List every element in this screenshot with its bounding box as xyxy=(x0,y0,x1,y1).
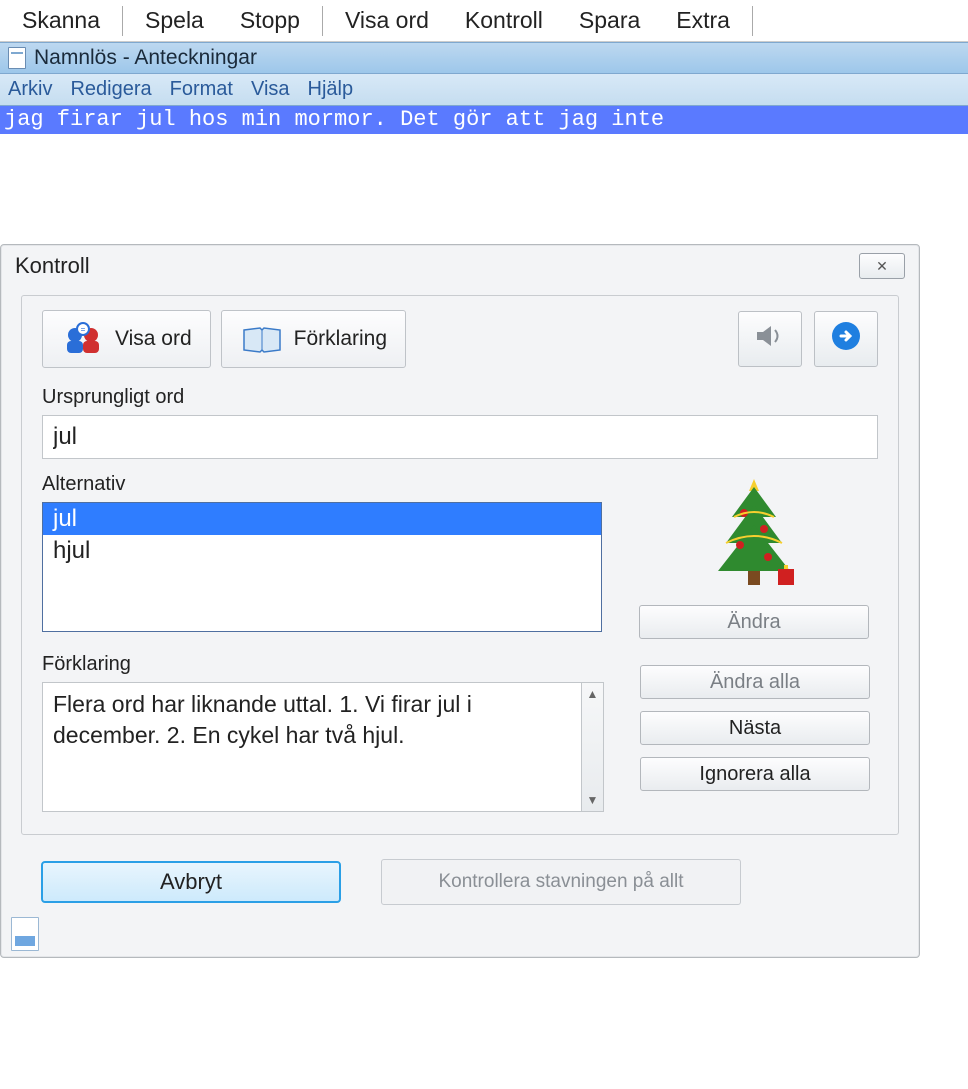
people-icon: = xyxy=(61,321,105,357)
kontroll-dialog: Kontroll ✕ = Visa ord xyxy=(0,244,920,958)
alternatives-label: Alternativ xyxy=(42,473,602,496)
editor-selected-text[interactable]: jag firar jul hos min mormor. Det gör at… xyxy=(0,106,968,134)
dialog-title: Kontroll xyxy=(15,253,90,279)
window-title: Namnlös - Anteckningar xyxy=(34,46,257,70)
scroll-down-icon[interactable]: ▼ xyxy=(587,793,599,807)
document-icon xyxy=(8,47,26,69)
toolbar-stopp[interactable]: Stopp xyxy=(222,3,318,38)
menu-redigera[interactable]: Redigera xyxy=(70,78,151,101)
scroll-up-icon[interactable]: ▲ xyxy=(587,687,599,701)
explanation-text[interactable]: Flera ord har liknande uttal. 1. Vi fira… xyxy=(42,682,582,812)
window-titlebar: Namnlös - Anteckningar xyxy=(0,42,968,74)
app-toolbar: Skanna Spela Stopp Visa ord Kontroll Spa… xyxy=(0,0,968,42)
menu-hjalp[interactable]: Hjälp xyxy=(308,78,354,101)
tab-visa-ord-label: Visa ord xyxy=(115,327,192,351)
document-icon xyxy=(11,917,39,951)
speaker-icon xyxy=(753,321,787,357)
dialog-close-button[interactable]: ✕ xyxy=(859,253,905,279)
explanation-label: Förklaring xyxy=(42,653,604,676)
toolbar-separator xyxy=(322,6,323,36)
toolbar-visa-ord[interactable]: Visa ord xyxy=(327,3,447,38)
alternative-item[interactable]: hjul xyxy=(43,535,601,567)
next-arrow-button[interactable] xyxy=(814,311,878,367)
toolbar-spela[interactable]: Spela xyxy=(127,3,222,38)
change-all-button[interactable]: Ändra alla xyxy=(640,665,870,699)
alternative-item[interactable]: jul xyxy=(43,503,601,535)
ignore-all-button[interactable]: Ignorera alla xyxy=(640,757,870,791)
spellcheck-all-button[interactable]: Kontrollera stavningen på allt xyxy=(381,859,741,905)
menu-arkiv[interactable]: Arkiv xyxy=(8,78,52,101)
close-icon: ✕ xyxy=(876,258,888,275)
speak-button[interactable] xyxy=(738,311,802,367)
menu-format[interactable]: Format xyxy=(170,78,233,101)
change-button[interactable]: Ändra xyxy=(639,605,869,639)
tab-forklaring[interactable]: Förklaring xyxy=(221,310,406,368)
arrow-right-icon xyxy=(830,320,862,358)
toolbar-extra[interactable]: Extra xyxy=(658,3,748,38)
toolbar-separator xyxy=(752,6,753,36)
next-button[interactable]: Nästa xyxy=(640,711,870,745)
cancel-button[interactable]: Avbryt xyxy=(41,861,341,903)
tab-forklaring-label: Förklaring xyxy=(294,327,387,351)
toolbar-skanna[interactable]: Skanna xyxy=(4,3,118,38)
book-icon xyxy=(240,322,284,356)
toolbar-kontroll[interactable]: Kontroll xyxy=(447,3,561,38)
toolbar-spara[interactable]: Spara xyxy=(561,3,658,38)
explanation-scrollbar[interactable]: ▲ ▼ xyxy=(582,682,604,812)
menubar: Arkiv Redigera Format Visa Hjälp xyxy=(0,74,968,106)
original-word-field[interactable] xyxy=(42,415,878,459)
toolbar-separator xyxy=(122,6,123,36)
alternatives-list[interactable]: jul hjul xyxy=(42,502,602,632)
original-word-label: Ursprungligt ord xyxy=(42,386,878,409)
editor-blank-area xyxy=(0,134,968,244)
svg-text:=: = xyxy=(81,325,86,334)
tab-visa-ord[interactable]: = Visa ord xyxy=(42,310,211,368)
menu-visa[interactable]: Visa xyxy=(251,78,290,101)
christmas-tree-icon xyxy=(704,473,804,593)
